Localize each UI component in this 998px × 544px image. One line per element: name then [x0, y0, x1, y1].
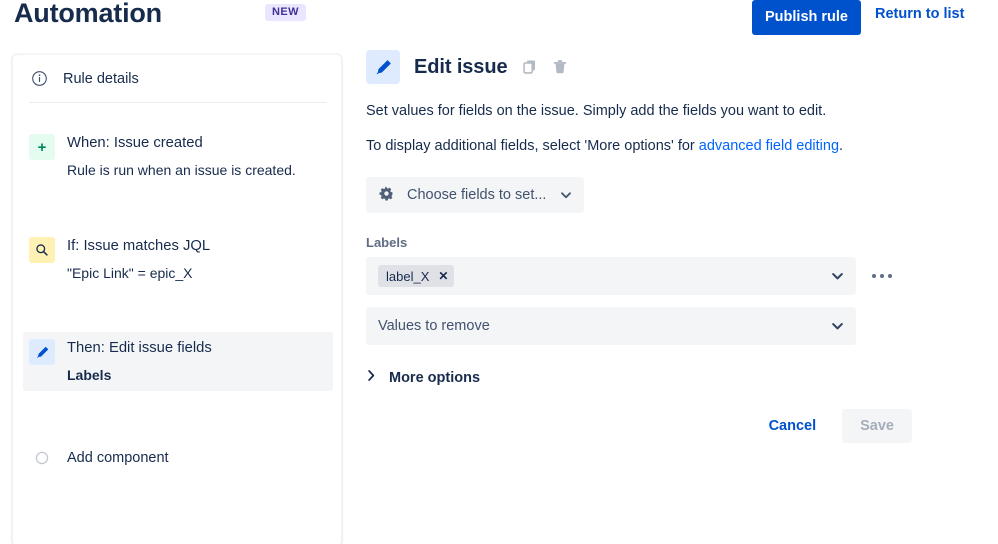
- circle-icon: [29, 445, 55, 471]
- automation-rule-editor-page: Automation NEW Publish rule Return to li…: [0, 0, 998, 544]
- more-options-label: More options: [389, 370, 480, 386]
- chevron-right-icon: [366, 369, 377, 387]
- new-badge: NEW: [265, 4, 306, 21]
- panel-description-1: Set values for fields on the issue. Simp…: [366, 101, 986, 122]
- panel-footer: Cancel Save: [366, 409, 912, 443]
- add-component-label: Add component: [67, 450, 169, 466]
- plus-icon: +: [29, 134, 55, 160]
- choose-fields-dropdown[interactable]: Choose fields to set...: [366, 177, 584, 213]
- advanced-field-editing-link[interactable]: advanced field editing: [699, 138, 839, 154]
- sidebar-component-trigger[interactable]: + When: Issue created Rule is run when a…: [23, 127, 333, 186]
- sidebar-component-condition[interactable]: If: Issue matches JQL "Epic Link" = epic…: [23, 230, 333, 289]
- cancel-button[interactable]: Cancel: [765, 410, 821, 442]
- copy-icon[interactable]: [521, 58, 539, 76]
- description-prefix: To display additional fields, select 'Mo…: [366, 138, 699, 154]
- component-subtitle: "Epic Link" = epic_X: [67, 264, 210, 283]
- page-title: Automation: [14, 0, 162, 29]
- search-icon: [29, 237, 55, 263]
- sidebar-item-rule-details[interactable]: Rule details: [13, 55, 341, 102]
- component-subtitle: Labels: [67, 366, 212, 385]
- save-button[interactable]: Save: [842, 409, 912, 443]
- values-to-remove-placeholder: Values to remove: [378, 318, 490, 334]
- top-bar: Automation NEW Publish rule Return to li…: [0, 0, 998, 42]
- labels-select[interactable]: label_X ✕: [366, 257, 856, 295]
- component-title: When: Issue created: [67, 135, 203, 151]
- chevron-down-icon[interactable]: [831, 320, 844, 333]
- label-chip[interactable]: label_X ✕: [378, 265, 454, 287]
- labels-field-label: Labels: [366, 235, 986, 250]
- edit-issue-panel: Edit issue Set values for fields on the …: [366, 50, 986, 443]
- choose-fields-label: Choose fields to set...: [407, 187, 546, 203]
- sidebar-divider: [29, 102, 327, 103]
- publish-rule-button[interactable]: Publish rule: [752, 0, 861, 35]
- pencil-icon: [29, 339, 55, 365]
- component-title: Then: Edit issue fields: [67, 340, 212, 356]
- more-options-toggle[interactable]: More options: [366, 369, 480, 387]
- chevron-down-icon: [560, 189, 572, 201]
- return-to-list-link[interactable]: Return to list: [875, 4, 964, 26]
- trash-icon[interactable]: [551, 58, 569, 76]
- sidebar-component-action[interactable]: Then: Edit issue fields Labels: [23, 332, 333, 391]
- gear-icon: [378, 185, 395, 205]
- more-horizontal-icon[interactable]: [872, 274, 892, 278]
- close-icon[interactable]: ✕: [438, 270, 448, 282]
- description-suffix: .: [839, 138, 843, 154]
- values-to-remove-select[interactable]: Values to remove: [366, 307, 856, 345]
- component-subtitle: Rule is run when an issue is created.: [67, 161, 296, 180]
- panel-description-2: To display additional fields, select 'Mo…: [366, 136, 986, 157]
- label-chip-text: label_X: [386, 269, 429, 284]
- rule-details-label: Rule details: [63, 71, 139, 87]
- panel-title: Edit issue: [414, 56, 507, 79]
- info-icon: [29, 69, 49, 89]
- pencil-icon: [366, 50, 400, 84]
- component-title: If: Issue matches JQL: [67, 238, 210, 254]
- panel-header: Edit issue: [366, 50, 986, 84]
- chevron-down-icon[interactable]: [831, 270, 844, 283]
- labels-field-row: label_X ✕: [366, 257, 986, 295]
- add-component-button[interactable]: Add component: [23, 438, 333, 477]
- rule-components-sidebar: Rule details + When: Issue created Rule …: [12, 54, 342, 544]
